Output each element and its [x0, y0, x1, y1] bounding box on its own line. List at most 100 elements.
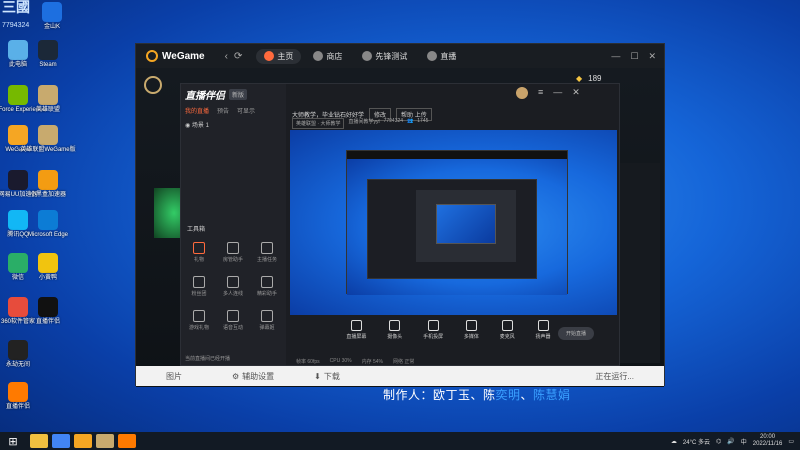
- wegame-tab-label: 主页: [277, 51, 294, 61]
- stream-control[interactable]: 摄像头: [387, 320, 402, 340]
- wegame-bottom-item[interactable]: 图片: [166, 371, 182, 382]
- taskbar-app-icon[interactable]: [118, 434, 136, 448]
- status-item: 内存 54%: [361, 358, 383, 365]
- wegame-running-status[interactable]: 正在运行...: [595, 371, 634, 382]
- wegame-logo-icon: [146, 50, 158, 62]
- category-tag[interactable]: 英雄联盟 · 大师教学: [292, 118, 345, 129]
- clock[interactable]: 20:00 2022/11/16: [753, 434, 783, 448]
- tool-item[interactable]: 粉丝团: [185, 276, 213, 297]
- minimize-icon[interactable]: —: [611, 51, 620, 62]
- tool-item[interactable]: 多人连线: [219, 276, 247, 297]
- desktop-icon[interactable]: 小黄鸭: [30, 253, 66, 282]
- menu-icon[interactable]: ≡: [538, 87, 543, 99]
- stream-control[interactable]: 多媒体: [464, 320, 479, 340]
- tool-item[interactable]: 房管助手: [219, 242, 247, 263]
- status-item: 网络 正常: [392, 358, 415, 365]
- taskbar-app-icon[interactable]: [96, 434, 114, 448]
- network-icon[interactable]: ⌬: [716, 438, 721, 445]
- maximize-icon[interactable]: ☐: [630, 51, 638, 62]
- windows-start-icon[interactable]: ⊞: [0, 432, 26, 450]
- wegame-tab-label: 直播: [440, 51, 457, 61]
- stream-window[interactable]: 直播伴侣 新版 我的直播 预告 可显示 ◉ 场景 1 工具箱 礼物 房管助手 主播任…: [180, 83, 620, 366]
- tool-item[interactable]: 主播任务: [253, 242, 281, 263]
- tool-item[interactable]: 游戏礼物: [185, 310, 213, 331]
- wegame-bottom-item[interactable]: 辅助设置: [242, 371, 274, 382]
- stream-main: ≡ — ✕ 大师教学，毕业钻石好好学 修改 帮助 上传 英雄联盟 · 大师教学 …: [286, 84, 621, 365]
- back-icon[interactable]: ‹: [225, 51, 228, 62]
- wegame-history-nav: ‹ ⟳: [225, 51, 243, 62]
- wegame-logo[interactable]: WeGame: [146, 50, 205, 62]
- close-icon[interactable]: ✕: [648, 51, 656, 62]
- streamer-name: 直播间教学yyl: [348, 119, 380, 125]
- lol-logo-icon[interactable]: [144, 76, 162, 94]
- control-icon: [427, 320, 439, 331]
- desktop-icon[interactable]: 直播伴侣: [0, 382, 36, 411]
- volume-icon[interactable]: 🔊: [727, 438, 734, 445]
- tool-item[interactable]: 精彩助手: [253, 276, 281, 297]
- viewer-count: 1745: [417, 118, 429, 124]
- tool-item[interactable]: 礼物: [185, 242, 213, 263]
- eye-icon[interactable]: ◉: [185, 123, 190, 129]
- stream-control[interactable]: 扬声器: [536, 320, 551, 340]
- taskbar-app-icon[interactable]: [52, 434, 70, 448]
- settings-icon: ⚙: [232, 371, 240, 381]
- stream-window-controls: ≡ — ✕: [516, 87, 580, 99]
- stream-preview[interactable]: [290, 130, 617, 315]
- avatar[interactable]: [516, 87, 528, 99]
- control-icon: [389, 320, 401, 331]
- stream-control[interactable]: 手机投屏: [423, 320, 443, 340]
- desktop-icon[interactable]: 金山K: [34, 2, 70, 31]
- refresh-icon[interactable]: ⟳: [234, 51, 242, 62]
- preview-nested-window: [346, 150, 568, 295]
- taskbar-app-icon[interactable]: [30, 434, 48, 448]
- tab-visible[interactable]: 可显示: [237, 106, 255, 115]
- scene-item[interactable]: ◉ 场景 1: [185, 120, 209, 129]
- wegame-tab[interactable]: 商店: [305, 49, 350, 64]
- desktop-icon-label: 金山K: [43, 24, 60, 30]
- tool-item[interactable]: 弹幕姬: [253, 310, 281, 331]
- start-live-button[interactable]: 开始直播: [558, 327, 594, 340]
- desktop-icon[interactable]: 小黑盒加速器: [30, 170, 66, 199]
- app-icon: [42, 2, 62, 22]
- stream-footer-notice: 当前直播间已经开播: [185, 356, 231, 362]
- version-badge[interactable]: 新版: [229, 89, 248, 100]
- desktop-icon[interactable]: Steam: [30, 40, 66, 69]
- stream-control[interactable]: 麦克风: [500, 320, 515, 340]
- tool-label: 语音互动: [222, 325, 243, 331]
- desktop-icon[interactable]: 直播伴侣: [30, 297, 66, 326]
- clock-time: 20:00: [760, 434, 776, 440]
- desktop-icon[interactable]: 英雄联盟WeGame版: [20, 125, 76, 154]
- control-label: 手机投屏: [423, 334, 444, 340]
- close-icon[interactable]: ✕: [572, 87, 580, 99]
- desktop-icon-label: 小黄鸭: [38, 275, 57, 281]
- tab-preview[interactable]: 预告: [217, 106, 229, 115]
- tool-item[interactable]: 语音互动: [219, 310, 247, 331]
- tool-label: 精彩助手: [256, 291, 277, 297]
- credits-caption: 制作人：欧丁玉、陈奕明、陈慧娟: [383, 386, 571, 403]
- tool-icon: [227, 310, 239, 322]
- tool-icon: [193, 276, 205, 288]
- wegame-bottom-item[interactable]: 下载: [324, 371, 340, 382]
- tool-icon: [227, 242, 239, 254]
- wegame-tab[interactable]: 主页: [256, 48, 302, 64]
- stream-control[interactable]: 直播屏幕: [346, 320, 366, 340]
- app-icon: [8, 125, 28, 145]
- desktop-icon-label: 直播伴侣: [35, 319, 60, 325]
- desktop-header-sub: 7794324: [2, 22, 30, 29]
- wegame-user-area: ◆ 189: [576, 74, 602, 83]
- desktop-icon[interactable]: Microsoft Edge: [28, 210, 68, 239]
- minimize-icon[interactable]: —: [553, 87, 562, 99]
- ime-icon[interactable]: 中: [741, 437, 747, 446]
- notification-icon[interactable]: ▭: [788, 438, 794, 445]
- desktop-icon[interactable]: 英雄联盟: [30, 85, 66, 114]
- user-stat: 189: [588, 74, 602, 83]
- stream-sidebar: 直播伴侣 新版 我的直播 预告 可显示 ◉ 场景 1 工具箱 礼物 房管助手 主播任…: [181, 84, 286, 365]
- weather-text[interactable]: 24°C 多云: [683, 437, 710, 446]
- weather-icon[interactable]: ☁: [671, 438, 677, 445]
- wegame-tab[interactable]: 先锋测试: [354, 49, 415, 64]
- tab-my-live[interactable]: 我的直播: [185, 106, 209, 115]
- taskbar-app-icon[interactable]: [74, 434, 92, 448]
- desktop-icon[interactable]: 永劫无间: [0, 340, 36, 369]
- wegame-tab[interactable]: 直播: [419, 49, 464, 64]
- tool-icon: [227, 276, 239, 288]
